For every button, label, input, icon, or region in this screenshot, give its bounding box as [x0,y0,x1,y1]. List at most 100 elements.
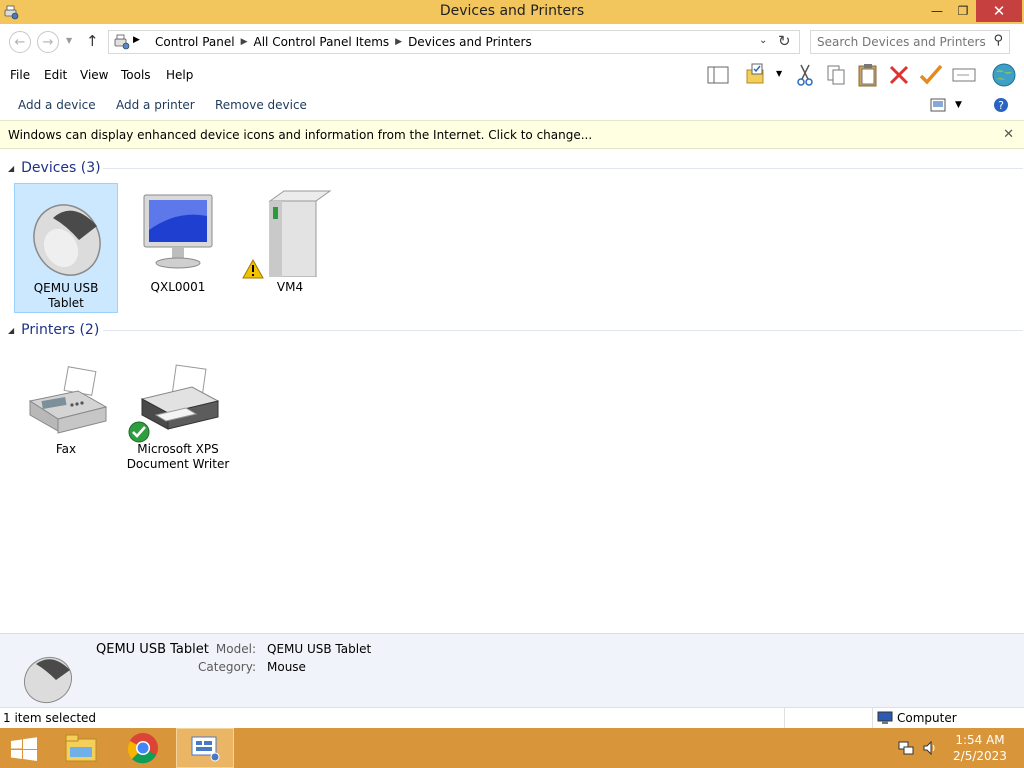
group-header-devices[interactable]: ◢ Devices (3) [8,158,1023,178]
details-category-label: Category: [198,660,256,674]
fax-icon [28,366,108,434]
computer-icon [877,711,893,724]
paste-icon[interactable] [856,62,880,88]
windows-start-icon[interactable] [10,737,38,761]
recent-locations-icon[interactable]: ▼ [66,36,72,45]
printer-label: Fax [55,442,77,456]
taskbar: 1:54 AM 2/5/2023 [0,728,1024,768]
crumb-devices-printers[interactable]: Devices and Printers [402,35,538,49]
up-arrow-icon[interactable]: ↑ [86,32,99,50]
device-label: QXL0001 [150,280,206,294]
menu-tools[interactable]: Tools [121,68,151,82]
svg-text:?: ? [998,99,1004,112]
delete-icon[interactable] [887,63,911,87]
view-dropdown-icon[interactable]: ▼ [955,100,962,110]
folder-options-icon[interactable] [744,62,768,86]
devices-and-printers-window: Devices and Printers — ❐ ✕ ← → ▼ ↑ ▶ Con… [0,0,1024,768]
collapse-triangle-icon[interactable]: ◢ [8,164,14,173]
collapse-triangle-icon[interactable]: ◢ [8,326,14,335]
address-bar-row: ← → ▼ ↑ ▶ Control Panel ▶ All Control Pa… [0,24,1024,60]
crumb-all-items[interactable]: All Control Panel Items [248,35,396,49]
mouse-icon [33,204,101,276]
clock-time: 1:54 AM [955,733,1005,747]
status-divider [784,708,785,728]
command-bar: Add a device Add a printer Remove device… [0,90,1024,120]
monitor-icon [143,194,213,269]
refresh-icon[interactable]: ↻ [778,32,791,50]
taskbar-chrome[interactable] [114,728,172,768]
warning-icon [242,259,264,279]
device-tile-qxl0001[interactable]: QXL0001 [126,183,230,313]
status-selection-count: 1 item selected [3,711,97,725]
breadcrumb-separator-icon[interactable]: ▶ [133,35,140,45]
address-box[interactable]: ▶ Control Panel ▶ All Control Panel Item… [108,30,800,54]
properties-check-icon[interactable] [918,63,944,87]
taskbar-file-explorer[interactable] [52,728,110,768]
status-divider [872,708,873,728]
device-label: QEMU USB Tablet [33,281,99,310]
content-pane: ◢ Devices (3) QEMU USB Tablet QXL0001 VM… [0,150,1024,633]
details-category-value: Mouse [267,660,306,674]
search-box[interactable]: ⚲ [810,30,1010,54]
copy-icon[interactable] [825,63,847,87]
add-printer-button[interactable]: Add a printer [116,98,195,112]
taskbar-devices-printers[interactable] [176,728,234,768]
group-divider [103,168,1023,169]
breadcrumb-separator-icon[interactable]: ▶ [395,37,402,47]
devices-printers-taskbar-icon [191,736,220,762]
group-divider [103,330,1023,331]
change-view-icon[interactable] [930,98,946,112]
menu-file[interactable]: File [10,68,30,82]
search-input[interactable] [817,34,987,50]
group-label-printers: Printers (2) [21,322,100,338]
globe-icon[interactable] [990,62,1018,88]
info-bar[interactable]: Windows can display enhanced device icon… [0,120,1024,149]
details-model-label: Model: [215,642,256,656]
breadcrumb-separator-icon[interactable]: ▶ [241,37,248,47]
chrome-icon [127,733,158,764]
device-tile-vm4[interactable]: VM4 [238,183,342,313]
crumb-control-panel[interactable]: Control Panel [149,35,241,49]
help-icon[interactable]: ? [993,97,1009,113]
rename-icon[interactable] [951,63,977,87]
device-tile-qemu-usb-tablet[interactable]: QEMU USB Tablet [14,183,118,313]
system-clock[interactable]: 1:54 AM 2/5/2023 [940,732,1020,764]
status-location: Computer [897,711,957,725]
dropdown-arrow-icon[interactable]: ▼ [776,69,782,78]
clock-date: 2/5/2023 [953,749,1007,763]
printer-tile-microsoft-xps[interactable]: Microsoft XPS Document Writer [126,345,230,475]
menu-view[interactable]: View [80,68,108,82]
restore-button[interactable]: ❐ [948,0,978,22]
address-dropdown-icon[interactable]: ⌄ [759,35,767,46]
search-icon[interactable]: ⚲ [993,33,1003,48]
mouse-icon [23,656,73,704]
details-pane: QEMU USB Tablet Model: QEMU USB Tablet C… [0,633,1024,707]
layout-pane-icon[interactable] [706,64,730,86]
menu-help[interactable]: Help [166,68,193,82]
printer-label: Microsoft XPS Document Writer [126,442,230,471]
network-icon[interactable] [898,740,914,756]
printer-tile-fax[interactable]: Fax [14,345,118,475]
group-label-devices: Devices (3) [21,160,101,176]
details-model-value: QEMU USB Tablet [267,642,372,656]
volume-icon[interactable] [922,740,938,756]
status-bar: 1 item selected Computer [0,707,1024,728]
breadcrumb: Control Panel ▶ All Control Panel Items … [149,35,538,49]
remove-device-button[interactable]: Remove device [215,98,307,112]
menu-edit[interactable]: Edit [44,68,67,82]
group-header-printers[interactable]: ◢ Printers (2) [8,320,1023,340]
info-bar-text[interactable]: Windows can display enhanced device icon… [8,128,592,142]
control-panel-icon [114,34,130,50]
menu-bar: File Edit View Tools Help ▼ [0,60,1024,90]
device-label: VM4 [276,280,304,294]
title-bar: Devices and Printers — ❐ ✕ [0,0,1024,24]
file-explorer-icon [65,734,97,762]
default-printer-check-icon [128,421,150,443]
cut-icon[interactable] [794,63,816,87]
info-bar-close-icon[interactable]: ✕ [1003,127,1014,142]
close-button[interactable]: ✕ [976,0,1022,22]
back-button[interactable]: ← [9,31,31,53]
window-title: Devices and Printers [439,3,585,19]
forward-button[interactable]: → [37,31,59,53]
add-device-button[interactable]: Add a device [18,98,96,112]
